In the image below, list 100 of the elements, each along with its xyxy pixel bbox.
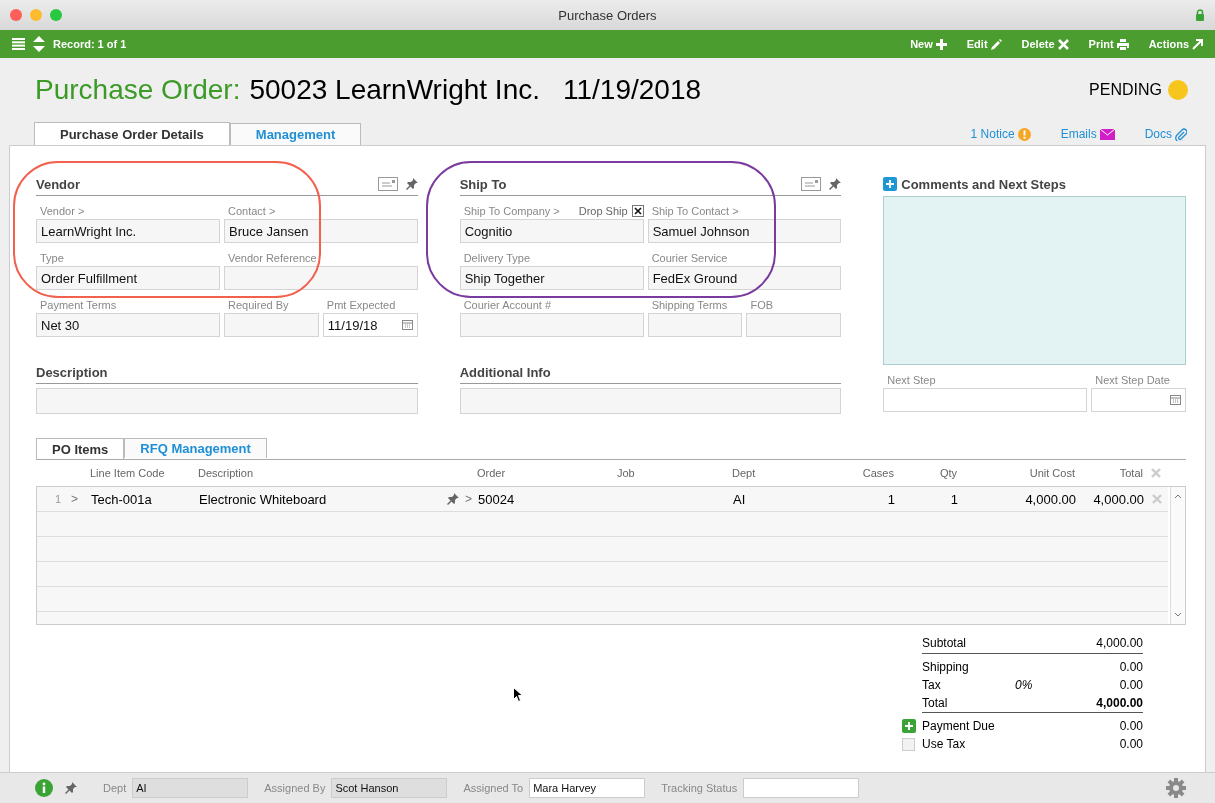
tab[interactable]: PO Items <box>36 438 125 459</box>
total-label: Shipping <box>922 660 969 674</box>
column-header: Line Item Code <box>89 467 166 479</box>
total-value: 0.00 <box>1119 660 1143 674</box>
input-field[interactable]: FedEx Ground <box>647 266 842 290</box>
scroll-up-icon[interactable] <box>1174 493 1182 499</box>
field-label: Courier Account # <box>463 298 552 311</box>
input-field[interactable] <box>746 313 842 337</box>
pin-icon[interactable] <box>65 782 77 794</box>
checkbox[interactable] <box>902 737 915 751</box>
checkbox-label: Drop Ship <box>578 204 628 217</box>
record-counter: Record: 1 of 1 <box>53 38 127 50</box>
minimize-window-button[interactable] <box>30 9 42 21</box>
status-label: PENDING <box>1089 81 1162 99</box>
total-label: Total <box>922 696 948 710</box>
calendar-icon[interactable] <box>1170 395 1181 405</box>
mouse-cursor-icon <box>513 687 523 702</box>
tab[interactable]: Purchase Order Details <box>34 122 230 145</box>
text-area[interactable] <box>459 388 842 414</box>
close-window-button[interactable] <box>10 9 22 21</box>
field-label: Delivery Type <box>463 251 531 264</box>
record-date: 11/19/2018 <box>563 74 702 106</box>
card-icon[interactable] <box>377 177 398 191</box>
text-area[interactable] <box>36 388 418 414</box>
date-field[interactable]: 11/19/18 <box>322 313 418 337</box>
total-value: 0.00 <box>1119 737 1143 751</box>
settings-icon[interactable] <box>1166 778 1186 798</box>
column-header: Cases <box>861 467 894 479</box>
input-field[interactable]: Samuel Johnson <box>647 219 842 243</box>
table-cell-text: 1 <box>949 491 958 507</box>
close-icon <box>1057 38 1069 50</box>
table-cell-text: 50024 <box>477 491 516 507</box>
field-label: Vendor Reference <box>228 251 317 264</box>
printer-icon <box>1116 38 1129 50</box>
scrollbar[interactable] <box>1170 487 1185 624</box>
input-field[interactable] <box>459 313 644 337</box>
field-label: Payment Terms <box>40 298 117 311</box>
info-icon[interactable] <box>35 779 53 797</box>
table-cell-text: 4,000.00 <box>1024 491 1076 507</box>
link-chevron[interactable]: > <box>65 492 87 506</box>
card-icon[interactable] <box>801 177 822 191</box>
field-label: Tracking Status <box>661 782 738 794</box>
menu-icon[interactable] <box>12 38 25 50</box>
total-label: Subtotal <box>922 636 967 650</box>
date-field[interactable] <box>1091 388 1186 412</box>
field-label: Next Step <box>887 373 936 386</box>
field-label: Ship To Company > <box>463 204 560 217</box>
table-cell-text: 1 <box>886 491 895 507</box>
input-field[interactable] <box>743 778 860 798</box>
column-header: Dept <box>731 467 757 479</box>
section-title: Description <box>36 364 108 380</box>
input-field[interactable] <box>883 388 1088 412</box>
column-header: Description <box>197 467 255 479</box>
add-icon[interactable] <box>883 177 898 191</box>
column-header: Unit Cost <box>1028 467 1075 479</box>
scroll-down-icon[interactable] <box>1174 612 1182 618</box>
total-label: Payment Due <box>922 719 995 733</box>
pencil-icon <box>990 38 1002 50</box>
pin-icon[interactable] <box>829 178 842 190</box>
status-dot <box>1168 80 1188 100</box>
field-label: FOB <box>750 298 774 311</box>
field-label: Vendor > <box>40 204 85 217</box>
field-label: Next Step Date <box>1095 373 1170 386</box>
field-label: Contact > <box>228 204 276 217</box>
up-down-arrows-icon[interactable] <box>33 36 45 52</box>
total-label: Use Tax <box>922 737 966 751</box>
input-field[interactable]: Net 30 <box>36 313 220 337</box>
warning-icon <box>1017 127 1031 141</box>
input-field[interactable] <box>224 313 319 337</box>
tax-rate: 0% <box>1015 678 1033 692</box>
section-title: Ship To <box>459 176 507 192</box>
pin-icon[interactable] <box>405 178 418 190</box>
link-chevron[interactable]: > <box>459 492 474 506</box>
zoom-window-button[interactable] <box>50 9 62 21</box>
paperclip-icon <box>1175 127 1187 141</box>
field-label: Ship To Contact > <box>651 204 739 217</box>
field-label: Pmt Expected <box>326 298 396 311</box>
calendar-icon[interactable] <box>401 320 413 330</box>
total-value: 0.00 <box>1119 678 1143 692</box>
checkbox[interactable] <box>631 204 644 217</box>
input-field[interactable] <box>224 266 418 290</box>
field-label: Dept <box>103 782 127 794</box>
input-field[interactable]: LearnWright Inc. <box>36 219 220 243</box>
input-field[interactable]: Mara Harvey <box>529 778 646 798</box>
input-field[interactable] <box>647 313 743 337</box>
add-icon[interactable] <box>902 719 916 733</box>
delete-icon[interactable] <box>1152 494 1162 504</box>
pin-icon[interactable] <box>447 493 459 505</box>
row-number: 1 <box>53 493 62 505</box>
table-cell-text: Tech-001a <box>90 491 153 507</box>
plus-icon <box>935 38 947 50</box>
input-field[interactable]: Order Fulfillment <box>36 266 220 290</box>
delete-icon[interactable] <box>1151 468 1161 478</box>
input-field[interactable]: Ship Together <box>459 266 644 290</box>
total-value: 4,000.00 <box>1096 636 1143 650</box>
column-header: Total <box>1118 467 1143 479</box>
record-title: 50023 LearnWright Inc. <box>249 74 540 106</box>
input-field[interactable]: Cognitio <box>459 219 644 243</box>
arrow-icon <box>1192 38 1203 50</box>
input-field[interactable]: Bruce Jansen <box>224 219 418 243</box>
